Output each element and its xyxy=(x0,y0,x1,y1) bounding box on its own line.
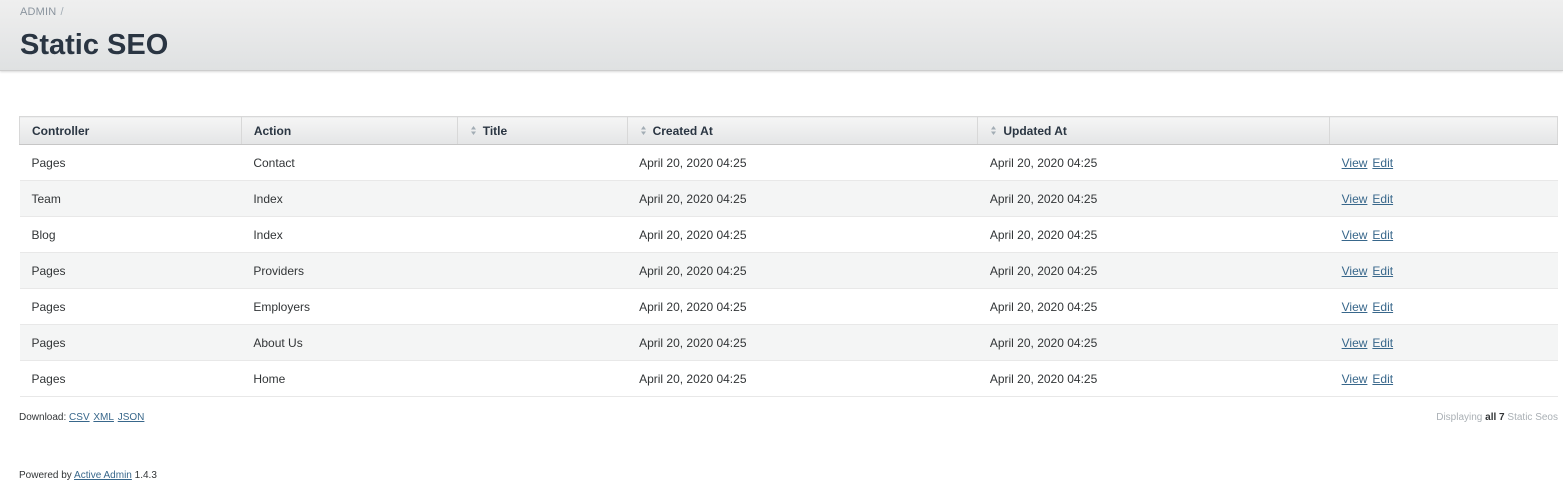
edit-link[interactable]: Edit xyxy=(1372,264,1393,278)
cell-action: Home xyxy=(241,360,458,397)
cell-updated-at: April 20, 2020 04:25 xyxy=(977,324,1330,361)
footer: Powered by Active Admin 1.4.3 xyxy=(19,470,157,481)
table-header-row: Controller Action Title Created At Updat… xyxy=(19,116,1558,145)
pagination-prefix: Displaying xyxy=(1436,412,1483,423)
cell-actions: View Edit xyxy=(1329,144,1558,181)
cell-created-at: April 20, 2020 04:25 xyxy=(627,216,978,253)
edit-link[interactable]: Edit xyxy=(1372,228,1393,242)
cell-controller: Team xyxy=(19,180,242,217)
cell-actions: View Edit xyxy=(1329,216,1558,253)
footer-prefix: Powered by xyxy=(19,470,72,481)
column-header-created-at[interactable]: Created At xyxy=(626,116,979,145)
download-xml-link[interactable]: XML xyxy=(93,412,114,423)
cell-action: Providers xyxy=(241,252,458,289)
edit-link[interactable]: Edit xyxy=(1372,336,1393,350)
breadcrumb-separator: / xyxy=(60,6,64,18)
index-table: Controller Action Title Created At Updat… xyxy=(19,116,1558,397)
footer-version: 1.4.3 xyxy=(134,470,157,481)
download-csv-link[interactable]: CSV xyxy=(69,412,90,423)
cell-actions: View Edit xyxy=(1329,324,1558,361)
view-link[interactable]: View xyxy=(1342,264,1368,278)
table-row: Pages Home April 20, 2020 04:25 April 20… xyxy=(19,360,1558,397)
download-label: Download: xyxy=(19,412,67,423)
edit-link[interactable]: Edit xyxy=(1372,372,1393,386)
table-row: Team Index April 20, 2020 04:25 April 20… xyxy=(19,180,1558,217)
cell-created-at: April 20, 2020 04:25 xyxy=(627,144,978,181)
table-row: Pages Employers April 20, 2020 04:25 Apr… xyxy=(19,288,1558,325)
cell-created-at: April 20, 2020 04:25 xyxy=(627,252,978,289)
column-header-title[interactable]: Title xyxy=(456,116,628,145)
cell-actions: View Edit xyxy=(1329,360,1558,397)
column-header-action: Action xyxy=(240,116,458,145)
column-header-label: Title xyxy=(482,123,508,138)
cell-actions: View Edit xyxy=(1329,252,1558,289)
cell-updated-at: April 20, 2020 04:25 xyxy=(977,360,1330,397)
cell-title xyxy=(457,216,628,253)
cell-updated-at: April 20, 2020 04:25 xyxy=(977,216,1330,253)
edit-link[interactable]: Edit xyxy=(1372,300,1393,314)
cell-actions: View Edit xyxy=(1329,180,1558,217)
breadcrumb: ADMIN / xyxy=(20,6,64,18)
cell-title xyxy=(457,144,628,181)
download-links: Download: CSV XML JSON xyxy=(19,412,145,423)
column-header-label: Created At xyxy=(652,123,713,138)
table-row: Pages About Us April 20, 2020 04:25 Apri… xyxy=(19,324,1558,361)
pagination-count: all 7 xyxy=(1485,412,1505,423)
column-header-controller: Controller xyxy=(19,116,242,145)
cell-updated-at: April 20, 2020 04:25 xyxy=(977,144,1330,181)
view-link[interactable]: View xyxy=(1342,372,1368,386)
cell-action: Index xyxy=(241,216,458,253)
view-link[interactable]: View xyxy=(1342,336,1368,350)
cell-actions: View Edit xyxy=(1329,288,1558,325)
cell-action: About Us xyxy=(241,324,458,361)
cell-controller: Pages xyxy=(19,288,242,325)
cell-action: Contact xyxy=(241,144,458,181)
download-json-link[interactable]: JSON xyxy=(118,412,145,423)
cell-action: Employers xyxy=(241,288,458,325)
sort-icon xyxy=(640,126,646,135)
pagination-suffix: Static Seos xyxy=(1507,412,1558,423)
cell-title xyxy=(457,180,628,217)
table-row: Blog Index April 20, 2020 04:25 April 20… xyxy=(19,216,1558,253)
pagination-info: Displaying all 7 Static Seos xyxy=(1436,412,1558,423)
cell-controller: Pages xyxy=(19,324,242,361)
column-header-updated-at[interactable]: Updated At xyxy=(977,116,1331,145)
page-title: Static SEO xyxy=(20,29,169,61)
edit-link[interactable]: Edit xyxy=(1372,156,1393,170)
sort-icon xyxy=(470,126,476,135)
cell-controller: Pages xyxy=(19,144,242,181)
cell-controller: Pages xyxy=(19,360,242,397)
active-admin-link[interactable]: Active Admin xyxy=(74,470,132,481)
cell-created-at: April 20, 2020 04:25 xyxy=(627,324,978,361)
table-row: Pages Providers April 20, 2020 04:25 Apr… xyxy=(19,252,1558,289)
view-link[interactable]: View xyxy=(1342,192,1368,206)
cell-controller: Blog xyxy=(19,216,242,253)
cell-created-at: April 20, 2020 04:25 xyxy=(627,360,978,397)
column-header-label: Updated At xyxy=(1003,123,1067,138)
view-link[interactable]: View xyxy=(1342,300,1368,314)
column-header-label: Controller xyxy=(32,123,90,138)
cell-created-at: April 20, 2020 04:25 xyxy=(627,180,978,217)
sort-icon xyxy=(991,126,997,135)
cell-updated-at: April 20, 2020 04:25 xyxy=(977,180,1330,217)
cell-action: Index xyxy=(241,180,458,217)
cell-title xyxy=(457,360,628,397)
title-bar: ADMIN / Static SEO xyxy=(0,0,1563,71)
breadcrumb-admin-link[interactable]: ADMIN xyxy=(20,6,56,18)
cell-title xyxy=(457,252,628,289)
cell-updated-at: April 20, 2020 04:25 xyxy=(977,288,1330,325)
cell-created-at: April 20, 2020 04:25 xyxy=(627,288,978,325)
cell-title xyxy=(457,324,628,361)
view-link[interactable]: View xyxy=(1342,156,1368,170)
view-link[interactable]: View xyxy=(1342,228,1368,242)
cell-updated-at: April 20, 2020 04:25 xyxy=(977,252,1330,289)
table-row: Pages Contact April 20, 2020 04:25 April… xyxy=(19,144,1558,181)
cell-title xyxy=(457,288,628,325)
column-header-actions xyxy=(1329,116,1558,145)
cell-controller: Pages xyxy=(19,252,242,289)
column-header-label: Action xyxy=(253,123,292,138)
edit-link[interactable]: Edit xyxy=(1372,192,1393,206)
